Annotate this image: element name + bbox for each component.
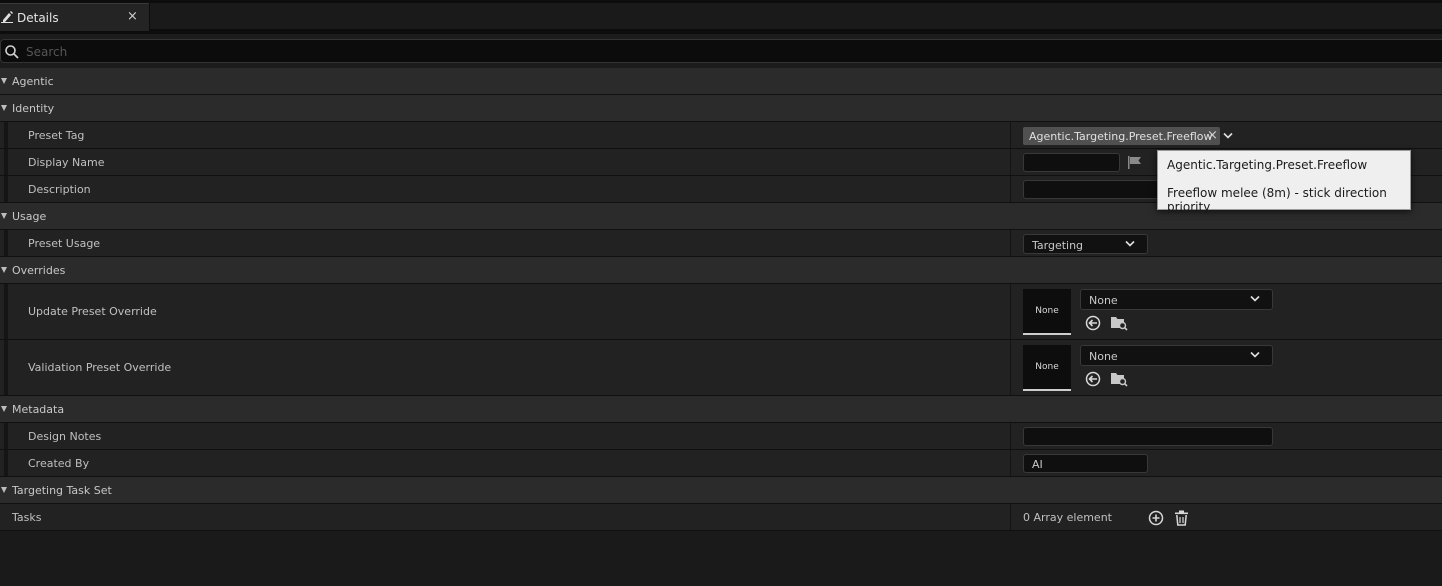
indent-bar — [4, 176, 8, 202]
tab-strip-background — [150, 3, 1442, 29]
use-selected-icon[interactable] — [1085, 315, 1101, 331]
category-identity[interactable]: Identity — [0, 95, 1442, 122]
category-label: Usage — [12, 210, 47, 223]
category-targeting-task-set[interactable]: Targeting Task Set — [0, 477, 1442, 504]
column-divider[interactable] — [1010, 450, 1011, 476]
property-label: Tasks — [12, 511, 42, 524]
chevron-down-icon — [1250, 351, 1260, 358]
category-agentic[interactable]: Agentic — [0, 68, 1442, 95]
preset-tag-value: Agentic.Targeting.Preset.Freeflow — [1029, 130, 1213, 143]
dropdown-value: None — [1089, 350, 1118, 363]
property-label: Update Preset Override — [28, 305, 157, 318]
tab-title: Details — [17, 11, 59, 25]
tag-tooltip: Agentic.Targeting.Preset.Freeflow Freefl… — [1157, 150, 1411, 214]
browse-folder-icon[interactable] — [1110, 371, 1128, 387]
indent-bar — [4, 230, 8, 256]
design-notes-input[interactable] — [1023, 427, 1273, 446]
column-divider[interactable] — [1010, 423, 1011, 449]
dropdown-value: Targeting — [1032, 239, 1084, 252]
tab-bar: Details × — [0, 0, 1442, 34]
description-input[interactable] — [1023, 180, 1163, 199]
category-label: Identity — [12, 102, 55, 115]
property-label: Created By — [28, 457, 90, 470]
search-input[interactable]: Search — [0, 39, 1442, 63]
created-by-input[interactable]: AI — [1023, 454, 1148, 473]
use-selected-icon[interactable] — [1085, 371, 1101, 387]
property-label: Description — [28, 183, 91, 196]
property-row-tasks: Tasks — [0, 504, 1442, 531]
property-label: Validation Preset Override — [28, 361, 172, 374]
update-preset-override-dropdown[interactable]: None — [1080, 289, 1273, 310]
category-label: Targeting Task Set — [12, 484, 112, 497]
validation-preset-override-dropdown[interactable]: None — [1080, 345, 1273, 366]
property-row-created-by: Created By — [0, 450, 1442, 477]
indent-bar — [4, 284, 8, 339]
column-divider[interactable] — [1010, 176, 1011, 202]
clear-tag-icon[interactable]: × — [1207, 128, 1218, 143]
property-label: Preset Usage — [28, 237, 101, 250]
chevron-down-icon — [1125, 240, 1135, 247]
asset-thumbnail[interactable]: None — [1023, 289, 1071, 335]
indent-bar — [4, 122, 8, 148]
preset-usage-dropdown[interactable]: Targeting — [1023, 234, 1148, 254]
flag-icon[interactable] — [1128, 156, 1142, 169]
expand-arrow-icon[interactable] — [1, 105, 7, 111]
property-label: Display Name — [28, 156, 105, 169]
column-divider[interactable] — [1010, 230, 1011, 256]
column-divider[interactable] — [1010, 504, 1011, 530]
expand-arrow-icon[interactable] — [1, 487, 7, 493]
dropdown-value: None — [1089, 294, 1118, 307]
column-divider[interactable] — [1010, 122, 1011, 148]
asset-thumbnail[interactable]: None — [1023, 345, 1071, 391]
thumbnail-label: None — [1035, 362, 1059, 372]
search-placeholder: Search — [26, 45, 68, 59]
preset-tag-chip[interactable]: Agentic.Targeting.Preset.Freeflow × — [1023, 127, 1220, 145]
column-divider[interactable] — [1010, 149, 1011, 175]
close-icon[interactable]: × — [127, 10, 138, 24]
array-count: 0 Array element — [1023, 511, 1112, 524]
property-label: Design Notes — [28, 430, 102, 443]
category-label: Agentic — [12, 75, 54, 88]
created-by-value: AI — [1032, 458, 1043, 471]
category-metadata[interactable]: Metadata — [0, 396, 1442, 423]
empty-panel-area — [0, 531, 1442, 586]
indent-bar — [4, 423, 8, 449]
category-overrides[interactable]: Overrides — [0, 257, 1442, 284]
add-element-icon[interactable] — [1148, 510, 1164, 526]
category-label: Overrides — [12, 264, 66, 277]
indent-bar — [4, 149, 8, 175]
property-label: Preset Tag — [28, 129, 85, 142]
thumbnail-label: None — [1035, 306, 1059, 316]
search-bar: Search — [0, 34, 1442, 68]
chevron-down-icon — [1250, 295, 1260, 302]
search-icon — [5, 45, 19, 59]
expand-arrow-icon[interactable] — [1, 267, 7, 273]
chevron-down-icon[interactable] — [1223, 132, 1233, 140]
tooltip-description: Freeflow melee (8m) - stick direction pr… — [1167, 186, 1387, 214]
category-label: Metadata — [12, 403, 65, 416]
browse-folder-icon[interactable] — [1110, 315, 1128, 331]
tab-details[interactable]: Details × — [0, 3, 149, 31]
trash-icon[interactable] — [1174, 510, 1189, 526]
expand-arrow-icon[interactable] — [1, 213, 7, 219]
column-divider[interactable] — [1010, 340, 1011, 395]
expand-arrow-icon[interactable] — [1, 78, 7, 84]
tooltip-tag-name: Agentic.Targeting.Preset.Freeflow — [1167, 158, 1368, 172]
indent-bar — [4, 450, 8, 476]
display-name-input[interactable] — [1023, 153, 1120, 172]
expand-arrow-icon[interactable] — [1, 406, 7, 412]
pencil-icon — [1, 11, 13, 23]
column-divider[interactable] — [1010, 284, 1011, 339]
property-row-preset-usage: Preset Usage — [0, 230, 1442, 257]
indent-bar — [4, 340, 8, 395]
